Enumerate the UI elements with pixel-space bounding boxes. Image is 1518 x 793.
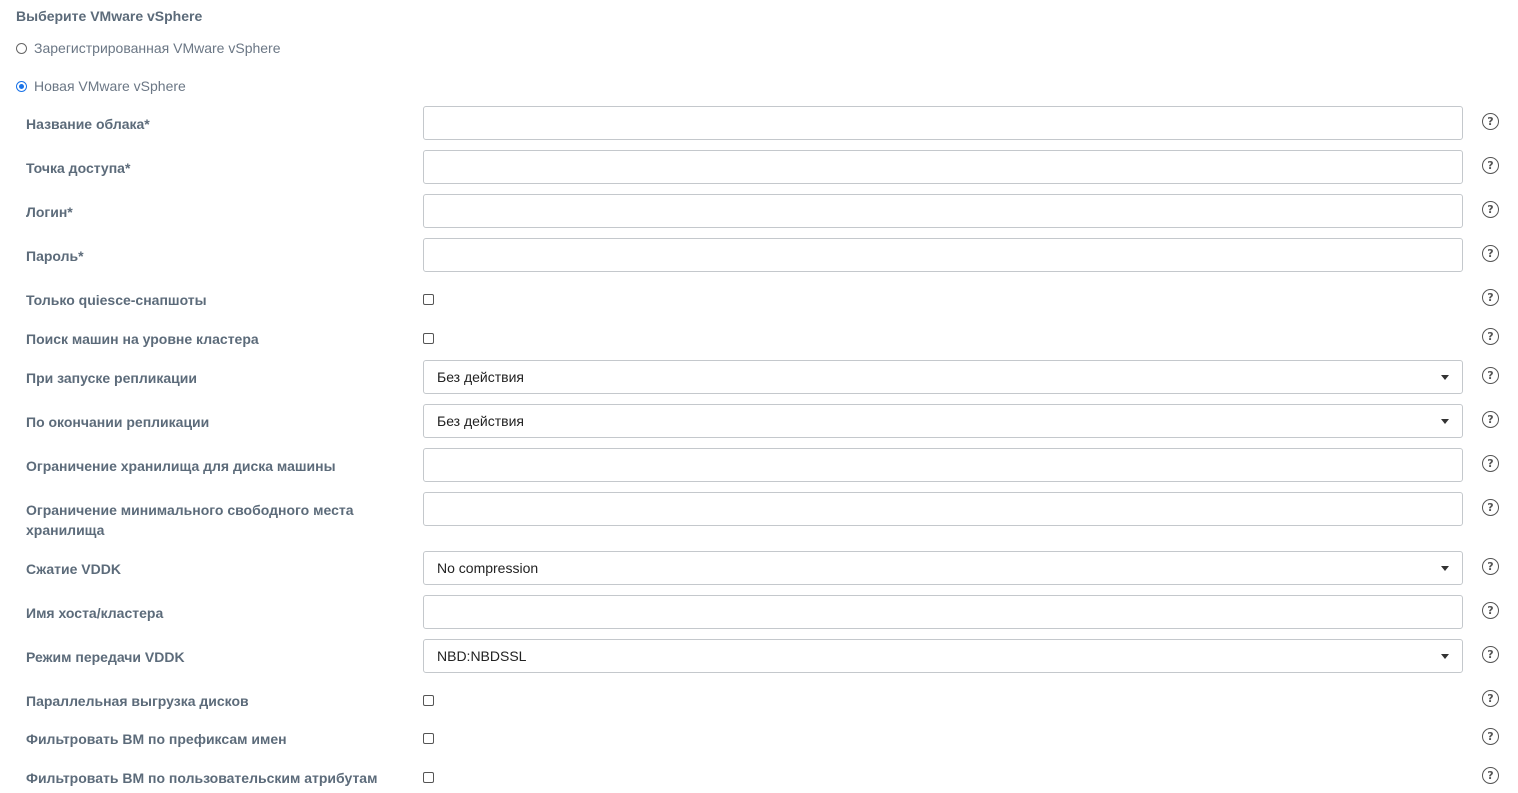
caret-down-icon (1441, 566, 1449, 571)
help-icon[interactable]: ? (1482, 690, 1499, 707)
help-icon[interactable]: ? (1482, 499, 1499, 516)
caret-down-icon (1441, 375, 1449, 380)
cloud-name-input[interactable] (423, 106, 1463, 140)
password-input[interactable] (423, 238, 1463, 272)
help-icon[interactable]: ? (1482, 767, 1499, 784)
parallel-disk-export-checkbox[interactable] (423, 695, 434, 706)
help-icon[interactable]: ? (1482, 201, 1499, 218)
label-login: Логин* (26, 204, 73, 220)
host-cluster-name-input[interactable] (423, 595, 1463, 629)
label-storage-limit: Ограничение хранилища для диска машины (26, 458, 336, 474)
filter-by-prefix-checkbox[interactable] (423, 733, 434, 744)
help-icon[interactable]: ? (1482, 328, 1499, 345)
label-vddk-compression: Сжатие VDDK (26, 561, 121, 577)
radio-button[interactable] (16, 42, 27, 54)
help-icon[interactable]: ? (1482, 728, 1499, 745)
help-icon[interactable]: ? (1482, 646, 1499, 663)
radio-registered-vsphere[interactable]: Зарегистрированная VMware vSphere (16, 40, 281, 56)
radio-label: Новая VMware vSphere (34, 78, 186, 94)
label-quiesce-only: Только quiesce-снапшоты (26, 292, 207, 308)
help-icon[interactable]: ? (1482, 411, 1499, 428)
help-icon[interactable]: ? (1482, 455, 1499, 472)
label-filter-by-attributes: Фильтровать ВМ по пользовательским атриб… (26, 770, 378, 786)
help-icon[interactable]: ? (1482, 113, 1499, 130)
label-access-point: Точка доступа* (26, 160, 131, 176)
selected-value: NBD:NBDSSL (437, 648, 527, 664)
help-icon[interactable]: ? (1482, 245, 1499, 262)
label-password: Пароль* (26, 248, 84, 264)
vddk-transfer-mode-select[interactable]: NBD:NBDSSL (423, 639, 1463, 673)
help-icon[interactable]: ? (1482, 558, 1499, 575)
radio-button-selected[interactable] (16, 80, 27, 92)
radio-new-vsphere[interactable]: Новая VMware vSphere (16, 78, 186, 94)
caret-down-icon (1441, 654, 1449, 659)
quiesce-only-checkbox[interactable] (423, 294, 434, 305)
login-input[interactable] (423, 194, 1463, 228)
section-title: Выберите VMware vSphere (16, 8, 203, 24)
on-replication-start-select[interactable]: Без действия (423, 360, 1463, 394)
help-icon[interactable]: ? (1482, 602, 1499, 619)
label-cloud-name: Название облака* (26, 116, 150, 132)
min-free-space-input[interactable] (423, 492, 1463, 526)
label-vddk-transfer-mode: Режим передачи VDDK (26, 649, 185, 665)
label-cluster-search: Поиск машин на уровне кластера (26, 331, 259, 347)
caret-down-icon (1441, 419, 1449, 424)
cluster-search-checkbox[interactable] (423, 333, 434, 344)
storage-limit-input[interactable] (423, 448, 1463, 482)
access-point-input[interactable] (423, 150, 1463, 184)
label-on-replication-end: По окончании репликации (26, 414, 210, 430)
help-icon[interactable]: ? (1482, 289, 1499, 306)
label-filter-by-prefix: Фильтровать ВМ по префиксам имен (26, 731, 287, 747)
selected-value: Без действия (437, 413, 525, 429)
label-host-cluster-name: Имя хоста/кластера (26, 605, 164, 621)
label-on-replication-start: При запуске репликации (26, 370, 197, 386)
radio-label: Зарегистрированная VMware vSphere (34, 40, 281, 56)
selected-value: No compression (437, 560, 539, 576)
help-icon[interactable]: ? (1482, 367, 1499, 384)
help-icon[interactable]: ? (1482, 157, 1499, 174)
label-min-free-space: Ограничение минимального свободного мест… (26, 502, 354, 538)
selected-value: Без действия (437, 369, 525, 385)
vddk-compression-select[interactable]: No compression (423, 551, 1463, 585)
on-replication-end-select[interactable]: Без действия (423, 404, 1463, 438)
filter-by-attributes-checkbox[interactable] (423, 772, 434, 783)
label-parallel-disk-export: Параллельная выгрузка дисков (26, 693, 249, 709)
